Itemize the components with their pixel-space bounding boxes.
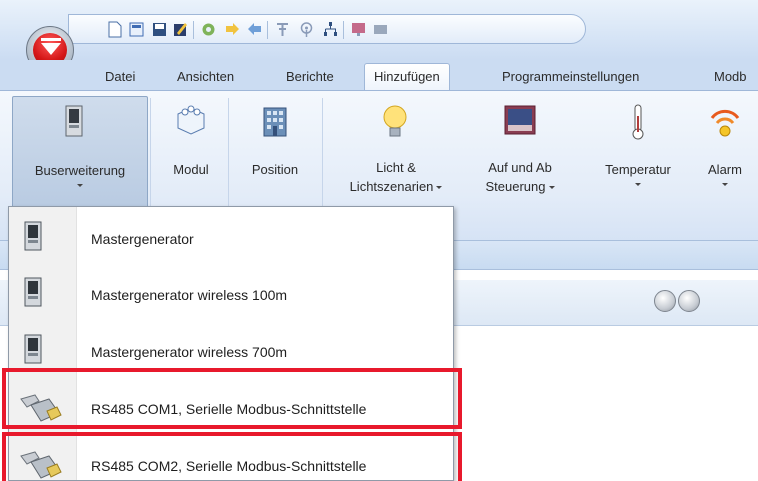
tab-modbus[interactable]: Modb [714, 66, 747, 90]
chevron-down-icon [436, 186, 443, 189]
alarm-icon [710, 109, 740, 137]
position-label: Position [251, 162, 299, 177]
logo-bar [41, 38, 61, 41]
master-generator-icon [24, 334, 42, 364]
new-document-icon[interactable] [107, 21, 122, 38]
temperatur-button[interactable]: Temperatur [586, 96, 690, 208]
toolbar-separator [193, 21, 194, 39]
title-bar [0, 0, 758, 74]
ribbon-separator [228, 98, 229, 206]
thermometer-icon [632, 104, 644, 140]
position-button[interactable]: Position [232, 96, 318, 208]
edit-icon[interactable] [173, 21, 188, 38]
licht-lichtszenarien-button[interactable]: Licht & Lichtszenarien [332, 96, 460, 208]
auf-und-ab-label-line2-row: Steuerung [464, 177, 576, 196]
ribbon-tab-bar: Datei Ansichten Berichte Hinzufügen Prog… [0, 60, 758, 91]
monitor-icon[interactable] [351, 21, 366, 38]
display-icon[interactable] [373, 21, 388, 38]
highlight-box-com2 [2, 432, 462, 481]
module-icon [177, 105, 205, 135]
logo-triangle [41, 43, 61, 55]
ribbon-separator [322, 98, 323, 206]
chevron-down-icon [635, 183, 641, 186]
settings-gear-icon[interactable] [201, 21, 216, 38]
master-generator-icon [24, 277, 42, 307]
modul-button[interactable]: Modul [158, 96, 224, 208]
licht-label-line2-row: Lichtszenarien [332, 177, 460, 196]
tab-datei[interactable]: Datei [105, 66, 135, 90]
menu-item-label: Mastergenerator wireless 100m [91, 287, 288, 303]
buserweiterung-label: Buserweiterung [34, 163, 126, 178]
buserweiterung-button[interactable]: Buserweiterung [12, 96, 148, 208]
blinds-icon [504, 105, 536, 135]
ribbon-separator [150, 98, 151, 206]
menu-item-mastergenerator-wireless-100m[interactable]: Mastergenerator wireless 100m [9, 267, 453, 323]
building-icon [263, 107, 287, 137]
filter-icon[interactable] [275, 21, 290, 38]
toolbar-separator [267, 21, 268, 39]
tab-hinzufuegen[interactable]: Hinzufügen [364, 63, 450, 91]
bus-extension-icon [65, 105, 83, 137]
menu-item-label: Mastergenerator [91, 231, 194, 247]
light-bulb-icon [383, 105, 407, 137]
temperatur-label: Temperatur [605, 162, 671, 177]
auf-und-ab-label-line2: Steuerung [485, 179, 546, 194]
auf-und-ab-label-line1: Auf und Ab [488, 160, 552, 175]
licht-label-line2: Lichtszenarien [349, 179, 434, 194]
alarm-button[interactable]: Alarm [694, 96, 756, 208]
tab-programmeinstellungen[interactable]: Programmeinstellungen [502, 66, 639, 90]
status-led-icon [678, 290, 700, 312]
quick-access-toolbar [68, 14, 586, 44]
toolbar-separator [343, 21, 344, 39]
open-icon[interactable] [129, 21, 144, 38]
tab-ansichten[interactable]: Ansichten [177, 66, 234, 90]
chevron-down-icon [722, 183, 728, 186]
status-led-icon [654, 290, 676, 312]
chevron-down-icon [77, 184, 83, 187]
modul-label: Modul [173, 162, 209, 177]
auf-und-ab-steuerung-button[interactable]: Auf und Ab Steuerung [464, 96, 576, 208]
master-generator-icon [24, 221, 42, 251]
chevron-down-icon [548, 186, 555, 189]
licht-label-line1: Licht & [376, 160, 416, 175]
highlight-box-com1 [2, 368, 462, 429]
export-icon[interactable] [247, 21, 262, 38]
import-icon[interactable] [225, 21, 240, 38]
save-icon[interactable] [152, 21, 167, 38]
radio-icon[interactable] [299, 21, 314, 38]
menu-item-mastergenerator[interactable]: Mastergenerator [9, 211, 453, 267]
alarm-label: Alarm [708, 162, 742, 177]
tab-berichte[interactable]: Berichte [286, 66, 334, 90]
network-icon[interactable] [323, 21, 338, 38]
